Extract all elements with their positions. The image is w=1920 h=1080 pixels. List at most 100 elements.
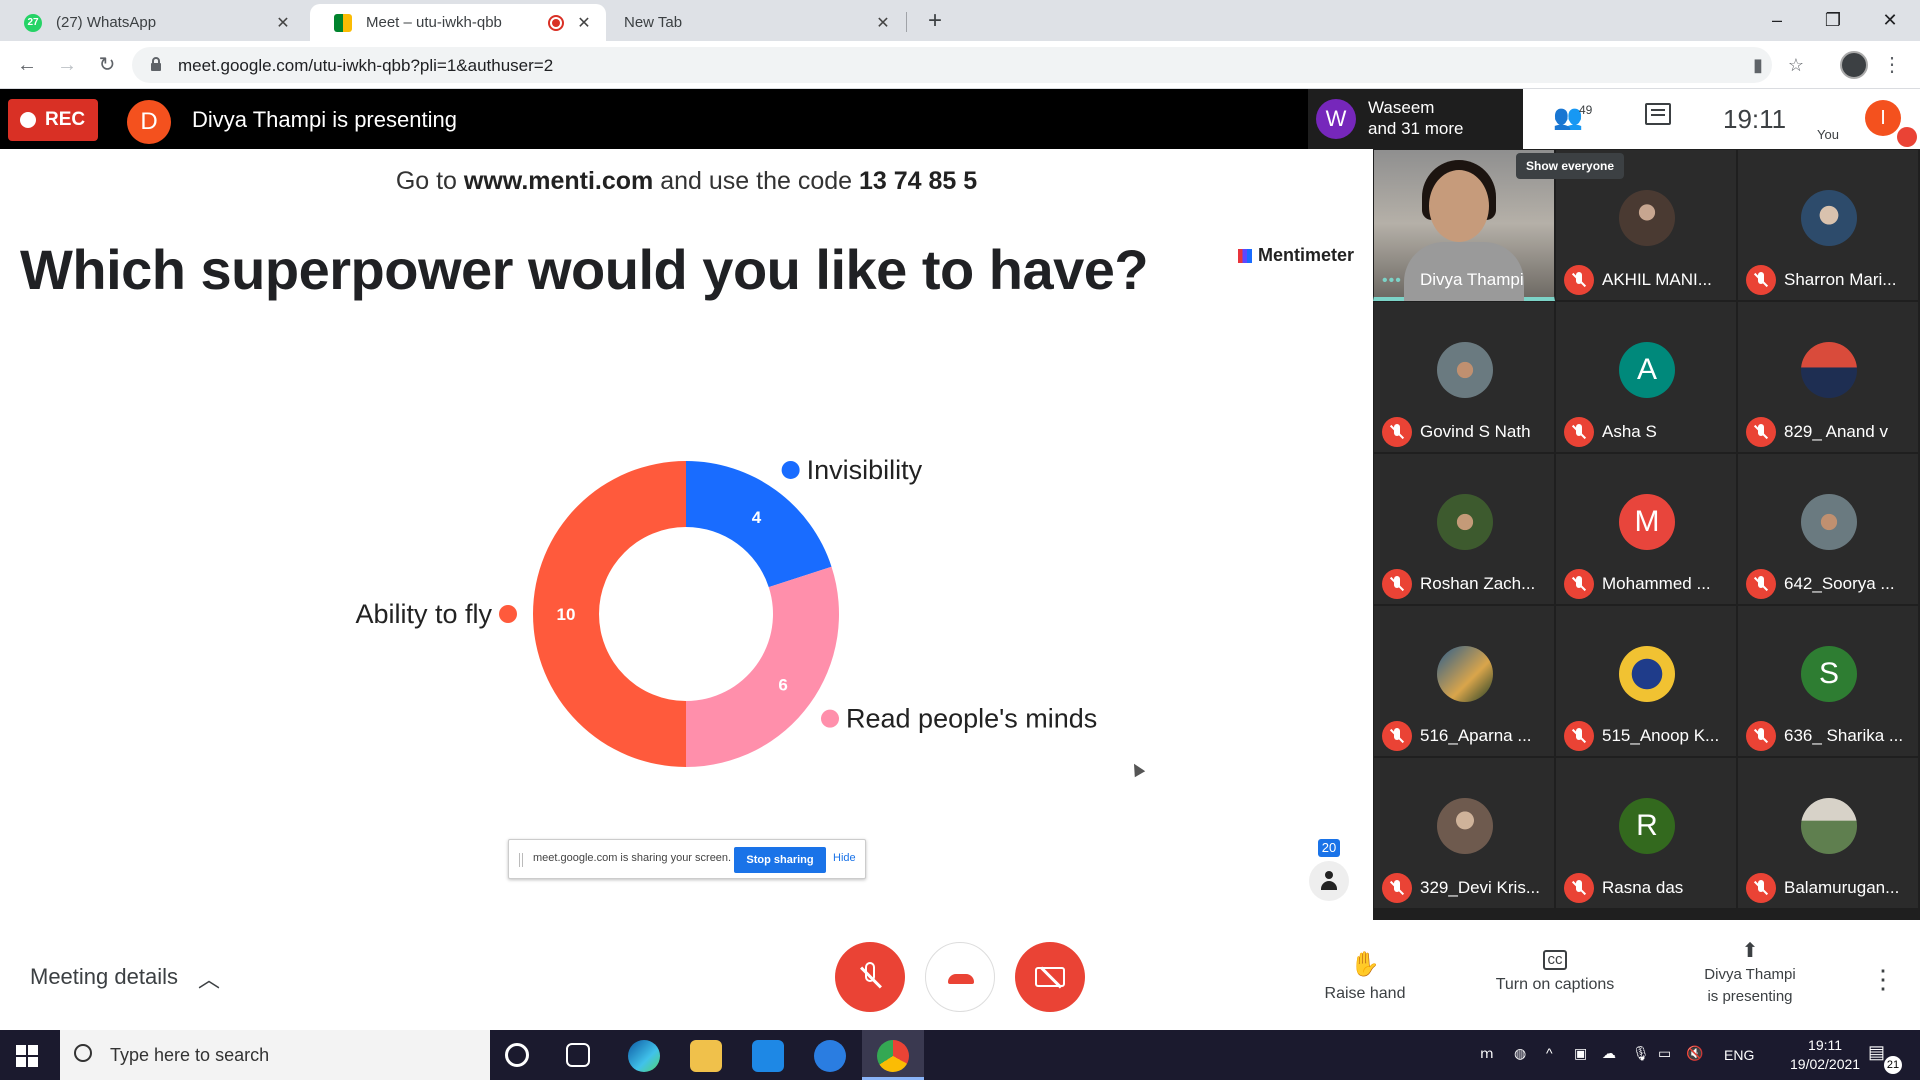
participant-tile[interactable]: 516_Aparna ... bbox=[1373, 605, 1555, 757]
mic-off-icon bbox=[1746, 721, 1776, 751]
close-icon[interactable]: ✕ bbox=[871, 13, 895, 33]
participant-tile[interactable]: 829_ Anand v bbox=[1737, 301, 1919, 453]
chat-icon[interactable] bbox=[1645, 103, 1671, 125]
omnibox[interactable]: meet.google.com/utu-iwkh-qbb?pli=1&authu… bbox=[132, 47, 1804, 83]
hide-button[interactable]: Hide bbox=[833, 852, 856, 864]
tray-app-icon[interactable]: ⅿ bbox=[1480, 1045, 1494, 1062]
bookmark-star-icon[interactable]: ☆ bbox=[1784, 53, 1808, 77]
reload-button[interactable]: ↻ bbox=[92, 50, 122, 80]
minimize-button[interactable]: – bbox=[1752, 4, 1802, 36]
participant-tile[interactable]: 515_Anoop K... bbox=[1555, 605, 1737, 757]
presentation-stage: Go to www.menti.com and use the code 13 … bbox=[0, 149, 1373, 920]
recording-indicator-icon bbox=[548, 14, 564, 31]
presenting-button[interactable]: ⬆ Divya Thampi is presenting bbox=[1680, 940, 1820, 1008]
forward-button[interactable]: → bbox=[52, 50, 82, 80]
search-icon bbox=[74, 1044, 92, 1062]
brand-name: Mentimeter bbox=[1258, 245, 1355, 265]
close-window-button[interactable]: ✕ bbox=[1865, 4, 1915, 36]
system-clock[interactable]: 19:11 19/02/2021 bbox=[1790, 1036, 1860, 1074]
cortana-icon[interactable] bbox=[505, 1043, 529, 1067]
close-icon[interactable]: ✕ bbox=[271, 13, 295, 33]
presenting-line-1: Divya Thampi bbox=[1704, 966, 1796, 983]
self-avatar[interactable]: I bbox=[1865, 100, 1901, 136]
participant-tile[interactable]: R Rasna das bbox=[1555, 757, 1737, 909]
participant-name: Balamurugan... bbox=[1784, 878, 1900, 897]
app-icon[interactable] bbox=[814, 1040, 846, 1072]
windows-start-icon[interactable] bbox=[16, 1045, 38, 1067]
participant-name: 329_Devi Kris... bbox=[1420, 878, 1540, 897]
share-banner-text: meet.google.com is sharing your screen. bbox=[533, 852, 732, 864]
mail-icon[interactable] bbox=[752, 1040, 784, 1072]
instruction-mid: and use the code bbox=[653, 167, 860, 195]
back-button[interactable]: ← bbox=[12, 50, 42, 80]
participant-tile[interactable]: S 636_ Sharika ... bbox=[1737, 605, 1919, 757]
new-tab-button[interactable]: + bbox=[920, 6, 950, 36]
edge-icon[interactable] bbox=[628, 1040, 660, 1072]
tab-meet[interactable]: Meet – utu-iwkh-qbb ✕ bbox=[310, 4, 606, 41]
participant-name: 829_ Anand v bbox=[1784, 422, 1888, 441]
participant-tile[interactable]: Govind S Nath bbox=[1373, 301, 1555, 453]
mic-off-icon bbox=[1746, 569, 1776, 599]
participant-tile[interactable]: 329_Devi Kris... bbox=[1373, 757, 1555, 909]
camera-blocked-icon[interactable]: ▮ bbox=[1746, 53, 1770, 77]
tray-app-icon[interactable]: ▣ bbox=[1574, 1045, 1587, 1062]
slice-value-label: 10 bbox=[557, 605, 576, 624]
taskbar-search[interactable]: Type here to search bbox=[60, 1030, 490, 1080]
tab-label: (27) WhatsApp bbox=[56, 14, 157, 31]
participant-name: AKHIL MANI... bbox=[1602, 270, 1712, 289]
task-view-icon[interactable] bbox=[566, 1043, 590, 1067]
meeting-details-button[interactable]: Meeting details bbox=[30, 964, 178, 990]
battery-icon[interactable]: ▭ bbox=[1658, 1045, 1671, 1062]
active-speaker-chip[interactable]: W Waseem and 31 more bbox=[1308, 89, 1523, 149]
tab-whatsapp[interactable]: 27 (27) WhatsApp ✕ bbox=[0, 4, 305, 41]
tab-new-tab[interactable]: New Tab ✕ bbox=[600, 4, 905, 41]
avatar: R bbox=[1619, 798, 1675, 854]
participant-tile[interactable]: A Asha S bbox=[1555, 301, 1737, 453]
captions-button[interactable]: cc Turn on captions bbox=[1480, 950, 1630, 994]
participant-tile[interactable]: Balamurugan... bbox=[1737, 757, 1919, 909]
leave-call-button[interactable] bbox=[925, 942, 995, 1012]
menti-code: 13 74 85 5 bbox=[859, 167, 978, 195]
stop-sharing-button[interactable]: Stop sharing bbox=[734, 847, 826, 873]
active-speaker-name: Waseem and 31 more bbox=[1368, 97, 1463, 139]
presenter-avatar: D bbox=[127, 100, 171, 144]
participant-tile[interactable]: M Mohammed ... bbox=[1555, 453, 1737, 605]
participant-grid: Show everyone ••• Divya Thampi AKHIL MANI.… bbox=[1373, 149, 1920, 920]
participant-name: 642_Soorya ... bbox=[1784, 574, 1895, 593]
taskbar-active-app[interactable] bbox=[862, 1030, 924, 1080]
raise-hand-label: Raise hand bbox=[1324, 985, 1406, 1002]
speaker-muted-icon[interactable]: 🔇 bbox=[1686, 1045, 1703, 1062]
chevron-up-icon[interactable]: ^ bbox=[1546, 1045, 1553, 1061]
microphone-icon[interactable]: 🎙 bbox=[1632, 1045, 1650, 1062]
onedrive-icon[interactable]: ☁ bbox=[1602, 1045, 1616, 1062]
language-indicator[interactable]: ENG bbox=[1724, 1047, 1754, 1063]
camera-toggle-button[interactable] bbox=[1015, 942, 1085, 1012]
screen-share-banner: meet.google.com is sharing your screen. … bbox=[508, 839, 866, 879]
participant-name: Govind S Nath bbox=[1420, 422, 1531, 441]
tray-app-icon[interactable]: ◍ bbox=[1514, 1045, 1526, 1062]
profile-avatar[interactable] bbox=[1840, 51, 1868, 79]
you-label: You bbox=[1817, 127, 1839, 142]
legend-dot bbox=[821, 709, 840, 728]
file-explorer-icon[interactable] bbox=[690, 1040, 722, 1072]
recording-badge[interactable]: REC bbox=[8, 99, 98, 141]
raise-hand-button[interactable]: ✋ Raise hand bbox=[1310, 950, 1420, 1003]
tab-separator bbox=[906, 12, 907, 32]
chrome-menu-icon[interactable]: ⋮ bbox=[1880, 50, 1904, 80]
chevron-up-icon[interactable]: ︿ bbox=[198, 962, 220, 994]
meeting-controls-bar: Meeting details ︿ ✋ Raise hand cc Turn o… bbox=[0, 920, 1920, 1030]
participant-tile[interactable]: 642_Soorya ... bbox=[1737, 453, 1919, 605]
mentimeter-icon bbox=[1238, 248, 1252, 263]
close-icon[interactable]: ✕ bbox=[572, 13, 596, 33]
category-label: Ability to fly bbox=[355, 599, 492, 629]
microphone-toggle-button[interactable] bbox=[835, 942, 905, 1012]
participant-name: Rasna das bbox=[1602, 878, 1684, 897]
speaking-indicator-icon: ••• bbox=[1382, 272, 1402, 289]
more-options-icon[interactable]: ⋮ bbox=[1870, 964, 1896, 995]
mic-off-icon bbox=[1564, 417, 1594, 447]
address-bar: ← → ↻ meet.google.com/utu-iwkh-qbb?pli=1… bbox=[0, 41, 1920, 89]
maximize-button[interactable]: ❐ bbox=[1808, 4, 1858, 36]
drag-handle-icon[interactable] bbox=[519, 853, 523, 867]
participant-tile[interactable]: Roshan Zach... bbox=[1373, 453, 1555, 605]
participant-tile[interactable]: Sharron Mari... bbox=[1737, 149, 1919, 301]
